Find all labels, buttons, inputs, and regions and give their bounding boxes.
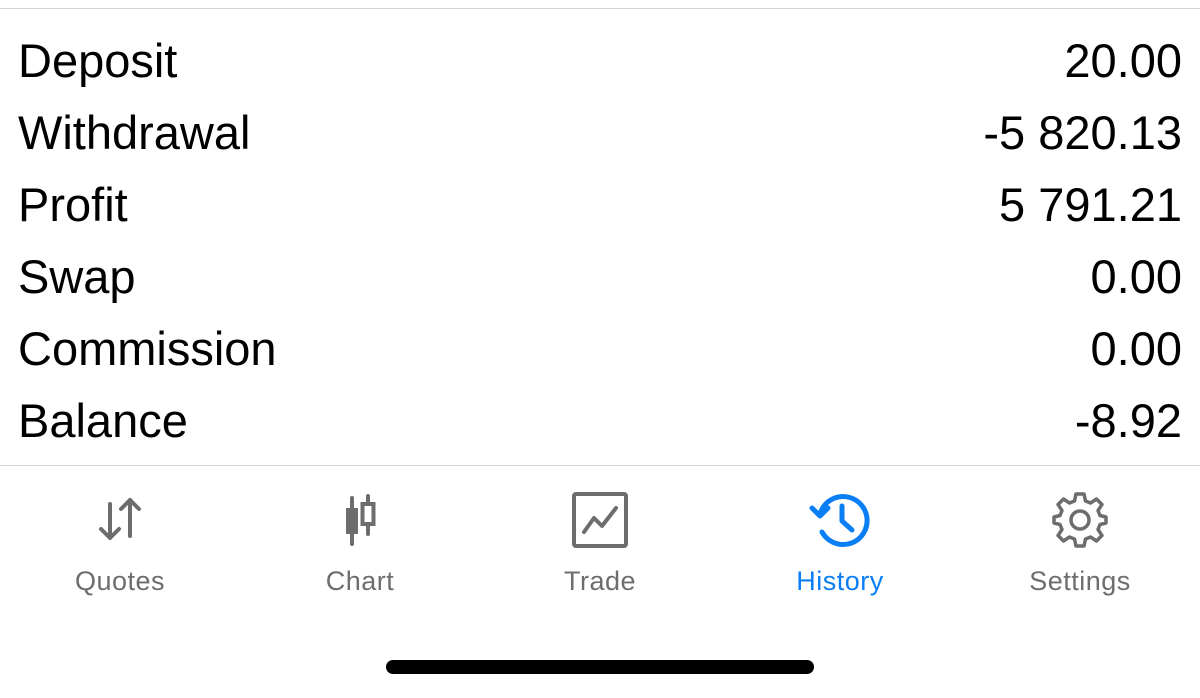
top-divider (0, 8, 1200, 9)
summary-row-deposit: Deposit 20.00 (0, 24, 1200, 96)
summary-row-withdrawal: Withdrawal -5 820.13 (0, 96, 1200, 168)
row-label: Deposit (18, 33, 178, 87)
row-value: 0.00 (1090, 321, 1182, 375)
row-label: Commission (18, 321, 277, 375)
row-label: Balance (18, 393, 188, 447)
summary-row-commission: Commission 0.00 (0, 312, 1200, 384)
candlestick-chart-icon (328, 488, 392, 552)
row-value: 20.00 (1064, 33, 1182, 87)
history-clock-icon (808, 488, 872, 552)
summary-row-swap: Swap 0.00 (0, 240, 1200, 312)
quotes-arrows-icon (88, 488, 152, 552)
tab-label: Quotes (74, 566, 166, 596)
tab-label: History (796, 566, 884, 596)
row-value: 5 791.21 (999, 177, 1182, 231)
tab-label: Chart (325, 566, 395, 596)
home-indicator (386, 660, 814, 674)
row-label: Profit (18, 177, 128, 231)
tab-history[interactable]: History (720, 466, 960, 616)
row-label: Swap (18, 249, 136, 303)
summary-row-profit: Profit 5 791.21 (0, 168, 1200, 240)
history-summary: Deposit 20.00 Withdrawal -5 820.13 Profi… (0, 24, 1200, 456)
trade-chart-icon (568, 488, 632, 552)
row-value: -8.92 (1074, 393, 1182, 447)
row-value: -5 820.13 (983, 105, 1182, 159)
tab-chart[interactable]: Chart (240, 466, 480, 616)
row-value: 0.00 (1090, 249, 1182, 303)
tab-trade[interactable]: Trade (480, 466, 720, 616)
summary-row-balance: Balance -8.92 (0, 384, 1200, 456)
tab-label: Settings (1029, 566, 1131, 596)
tab-quotes[interactable]: Quotes (0, 466, 240, 616)
tab-bar: Quotes Chart Trade History Settings (0, 466, 1200, 616)
row-label: Withdrawal (18, 105, 251, 159)
tab-label: Trade (563, 566, 637, 596)
gear-icon (1048, 488, 1112, 552)
tab-settings[interactable]: Settings (960, 466, 1200, 616)
